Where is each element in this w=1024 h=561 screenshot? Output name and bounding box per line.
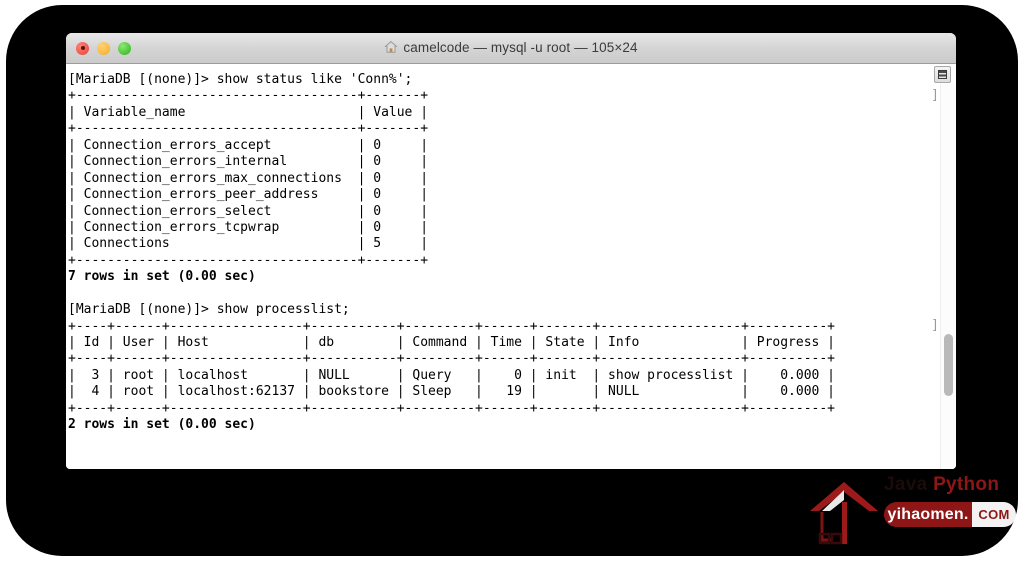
terminal-line: 2 rows in set (0.00 sec) [68,417,256,433]
lines-toggle-glyph [938,70,947,79]
line-wrap-marker: ] [931,318,939,333]
zoom-button[interactable] [118,41,131,55]
terminal-line: | 3 | root | localhost | NULL | Query | … [68,367,836,383]
watermark-tld: COM [972,502,1016,527]
watermark: Java Python yihaomen. COM [800,474,1016,552]
terminal-body[interactable]: [MariaDB [(none)]> show status like 'Con… [66,64,956,469]
terminal-line: +------------------------------------+--… [68,252,429,268]
minimize-button[interactable] [97,41,110,55]
terminal-line: | 4 | root | localhost:62137 | bookstore… [68,384,836,400]
house-logo-icon [806,478,882,548]
terminal-line: [MariaDB [(none)]> show processlist; [68,302,350,318]
terminal-line: | Connection_errors_peer_address | 0 | [68,187,429,203]
terminal-line: +----+------+-----------------+---------… [68,400,836,416]
terminal-line: | Connections | 5 | [68,236,429,252]
window-controls [76,41,131,55]
watermark-site-name: yihaomen. [884,502,972,527]
scrollbar-thumb[interactable] [944,334,953,396]
terminal-line: 7 rows in set (0.00 sec) [68,269,256,285]
window-title: camelcode — mysql -u root — 105×24 [66,40,956,57]
terminal-line: | Variable_name | Value | [68,104,429,120]
watermark-java-word: Java [884,474,928,495]
terminal-line: +------------------------------------+--… [68,88,429,104]
window-title-text: camelcode — mysql -u root — 105×24 [403,39,638,55]
terminal-line: | Connection_errors_select | 0 | [68,203,429,219]
line-wrap-marker: ] [931,88,939,103]
terminal-line: | Connection_errors_max_connections | 0 … [68,170,429,186]
window-titlebar[interactable]: camelcode — mysql -u root — 105×24 [66,33,956,64]
watermark-headline: Java Python [884,474,1016,496]
terminal-line: | Connection_errors_accept | 0 | [68,137,429,153]
vertical-scrollbar[interactable] [940,84,956,469]
terminal-line: +----+------+-----------------+---------… [68,351,836,367]
terminal-line: +------------------------------------+--… [68,121,429,137]
terminal-line: | Id | User | Host | db | Command | Time… [68,335,836,350]
terminal-window: camelcode — mysql -u root — 105×24 [Mari… [66,33,956,469]
watermark-texts: Java Python yihaomen. COM [884,474,1016,527]
lines-toggle-icon[interactable] [934,66,951,83]
screenshot-root: camelcode — mysql -u root — 105×24 [Mari… [0,0,1024,561]
terminal-line: [MariaDB [(none)]> show status like 'Con… [68,72,413,87]
terminal-output: [MariaDB [(none)]> show status like 'Con… [68,72,835,434]
home-icon [384,40,399,57]
watermark-site-badge: yihaomen. COM [884,502,1016,527]
terminal-line: | Connection_errors_internal | 0 | [68,154,429,170]
terminal-line: | Connection_errors_tcpwrap | 0 | [68,219,429,235]
close-button[interactable] [76,41,89,55]
watermark-python-word: Python [933,474,1000,495]
terminal-line: +----+------+-----------------+---------… [68,318,836,334]
